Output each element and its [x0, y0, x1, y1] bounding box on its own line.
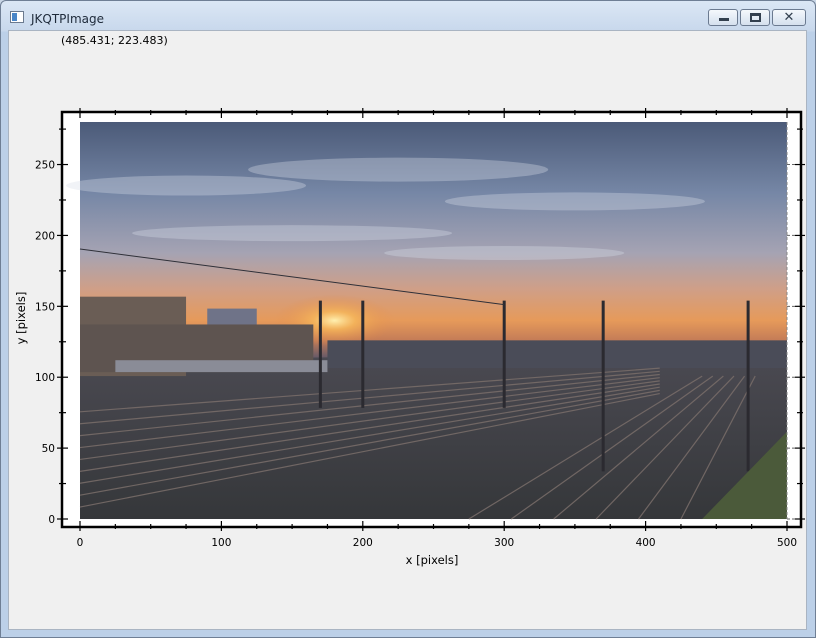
x-tick-label: 400 — [636, 537, 656, 549]
x-tick-label: 100 — [211, 537, 231, 549]
plot-image — [60, 110, 803, 529]
x-tick-label: 200 — [353, 537, 373, 549]
ground — [80, 352, 787, 519]
y-tick-label: 100 — [35, 372, 55, 384]
y-tick-label: 250 — [35, 160, 55, 172]
skyline — [327, 340, 787, 369]
building — [115, 360, 328, 373]
x-tick-label: 300 — [494, 537, 514, 549]
y-axis-label: y [pixels] — [14, 292, 28, 345]
cloud — [66, 175, 307, 196]
y-tick-label: 0 — [48, 514, 55, 526]
plot-canvas[interactable]: 0 100 200 300 400 500 0 50 100 150 200 250 x [pixels… — [0, 0, 816, 638]
x-tick-label: 0 — [77, 537, 84, 549]
cloud — [248, 157, 549, 182]
cloud — [444, 192, 705, 211]
x-tick-label: 500 — [777, 537, 797, 549]
photo-image — [66, 122, 787, 520]
x-axis-label: x [pixels] — [406, 553, 459, 567]
y-tick-label: 150 — [35, 301, 55, 313]
y-tick-label: 50 — [42, 443, 55, 455]
cloud — [384, 246, 625, 261]
cloud — [132, 225, 453, 242]
y-tick-label: 200 — [35, 230, 55, 242]
